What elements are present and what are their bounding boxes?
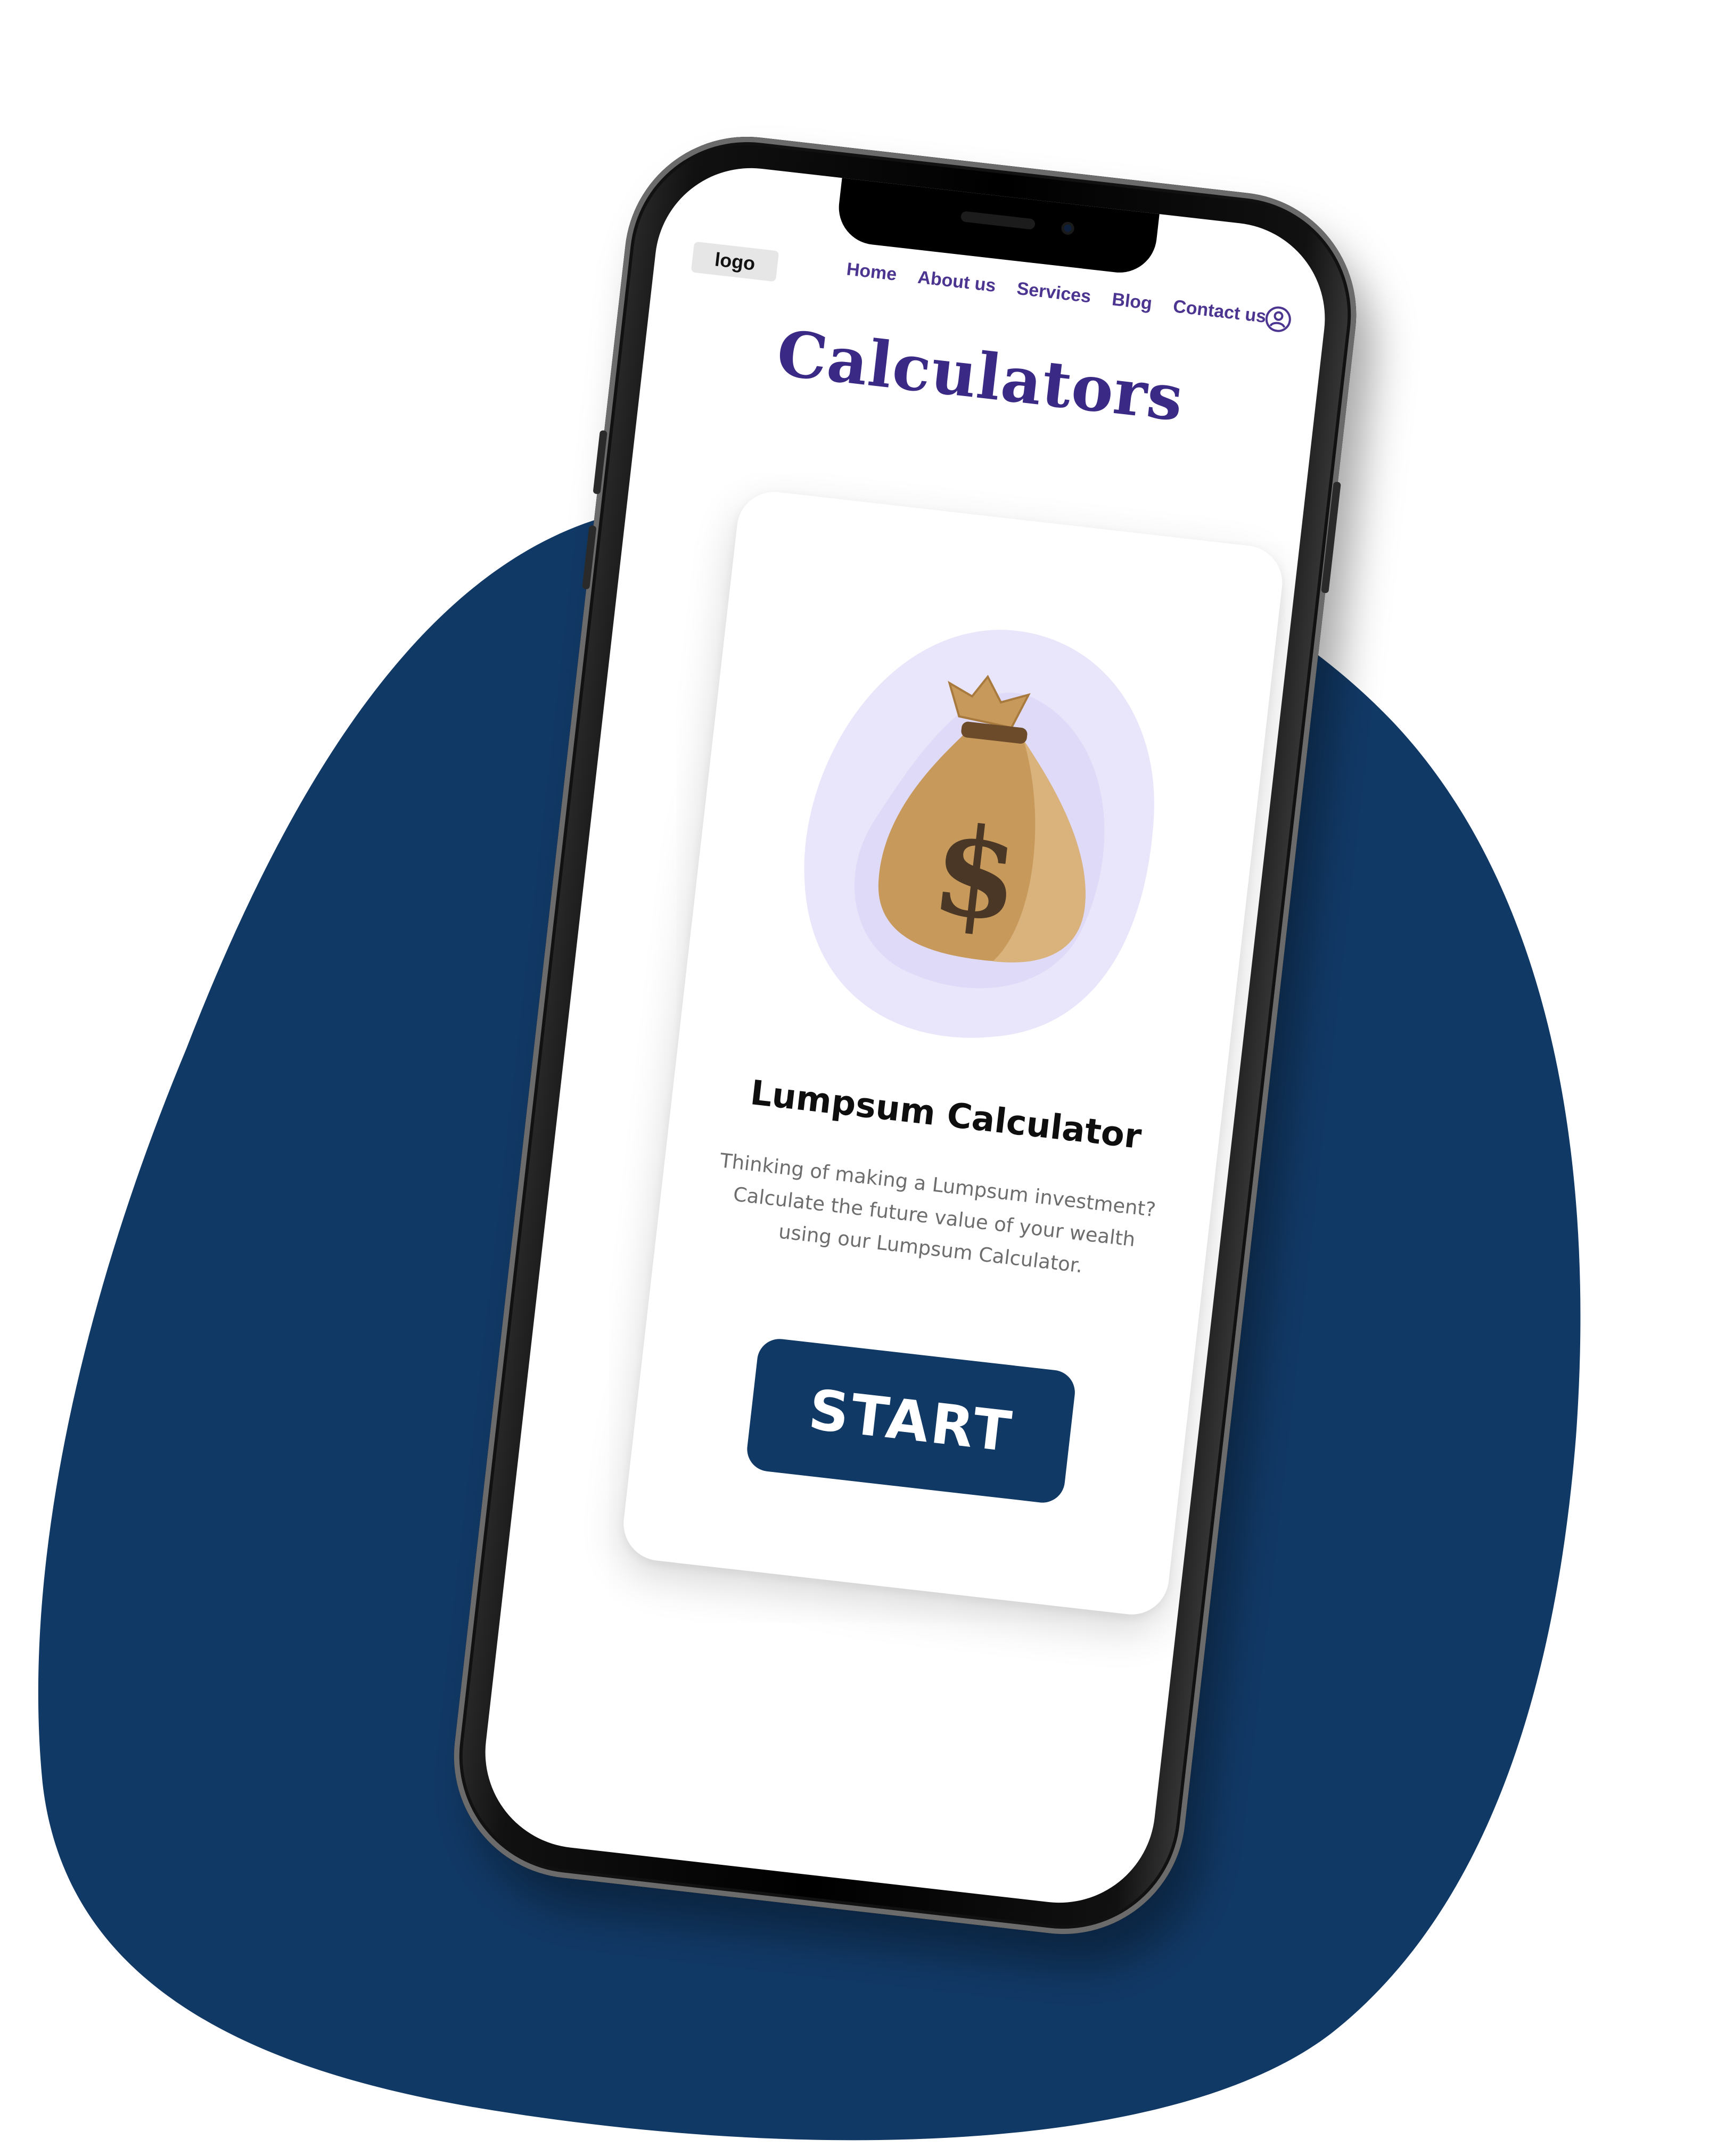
nav-blog[interactable]: Blog — [1111, 289, 1153, 314]
dollar-sign-glyph: $ — [925, 797, 1026, 950]
speaker-grille — [960, 211, 1036, 230]
nav-contact-us[interactable]: Contact us — [1172, 296, 1267, 327]
mockup-stage: logo Home About us Services Blog Contact… — [0, 0, 1725, 2156]
phone-notch — [835, 177, 1160, 277]
logo-placeholder[interactable]: logo — [691, 241, 779, 282]
nav-about-us[interactable]: About us — [917, 267, 997, 297]
start-button[interactable]: START — [744, 1336, 1078, 1505]
calculator-card: $ Lumpsum Calculator Thinking of making … — [619, 488, 1286, 1619]
nav-services[interactable]: Services — [1016, 278, 1092, 308]
money-bag-illustration: $ — [804, 629, 1154, 1038]
front-camera — [1061, 221, 1075, 236]
user-circle-icon[interactable] — [1263, 304, 1294, 335]
nav-home[interactable]: Home — [845, 259, 898, 285]
top-nav: Home About us Services Blog Contact us — [845, 259, 1267, 327]
card-description: Thinking of making a Lumpsum investment?… — [719, 1149, 1157, 1278]
page-title: Calculators — [773, 316, 1188, 435]
